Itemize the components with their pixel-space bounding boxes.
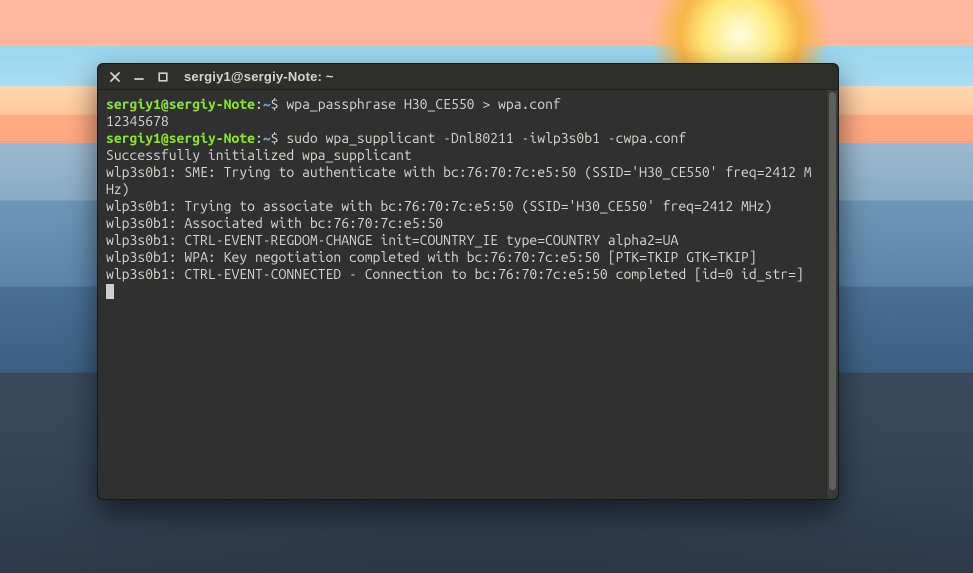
output-line: wlp3s0b1: WPA: Key negotiation completed… <box>106 249 757 265</box>
terminal-window: sergiy1@sergiy-Note: ~ sergiy1@sergiy-No… <box>97 63 839 500</box>
maximize-icon[interactable] <box>156 70 170 84</box>
prompt-colon: : <box>255 96 263 112</box>
prompt-symbol: $ <box>271 130 279 146</box>
output-line: wlp3s0b1: CTRL-EVENT-CONNECTED - Connect… <box>106 266 804 282</box>
output-line: wlp3s0b1: Associated with bc:76:70:7c:e5… <box>106 215 443 231</box>
terminal-cursor <box>106 284 114 299</box>
window-controls <box>104 70 170 84</box>
close-icon[interactable] <box>108 70 122 84</box>
command-1: wpa_passphrase H30_CE550 > wpa.conf <box>286 96 560 112</box>
output-line: wlp3s0b1: CTRL-EVENT-REGDOM-CHANGE init=… <box>106 232 678 248</box>
scrollbar[interactable] <box>826 90 838 499</box>
terminal-body: sergiy1@sergiy-Note:~$ wpa_passphrase H3… <box>98 90 838 499</box>
window-title: sergiy1@sergiy-Note: ~ <box>184 69 334 84</box>
minimize-icon[interactable] <box>132 70 146 84</box>
prompt-user: sergiy1@sergiy-Note <box>106 96 255 112</box>
prompt-path: ~ <box>263 130 271 146</box>
prompt-colon: : <box>255 130 263 146</box>
titlebar[interactable]: sergiy1@sergiy-Note: ~ <box>98 64 838 90</box>
prompt-user: sergiy1@sergiy-Note <box>106 130 255 146</box>
prompt-symbol: $ <box>271 96 279 112</box>
terminal-output[interactable]: sergiy1@sergiy-Note:~$ wpa_passphrase H3… <box>98 90 826 499</box>
output-line: Successfully initialized wpa_supplicant <box>106 147 412 163</box>
prompt-path: ~ <box>263 96 271 112</box>
output-line: wlp3s0b1: Trying to associate with bc:76… <box>106 198 772 214</box>
command-2: sudo wpa_supplicant -Dnl80211 -iwlp3s0b1… <box>286 130 686 146</box>
output-line: wlp3s0b1: SME: Trying to authenticate wi… <box>106 164 812 197</box>
stdin-1: 12345678 <box>106 113 169 129</box>
scrollbar-thumb[interactable] <box>829 92 836 490</box>
